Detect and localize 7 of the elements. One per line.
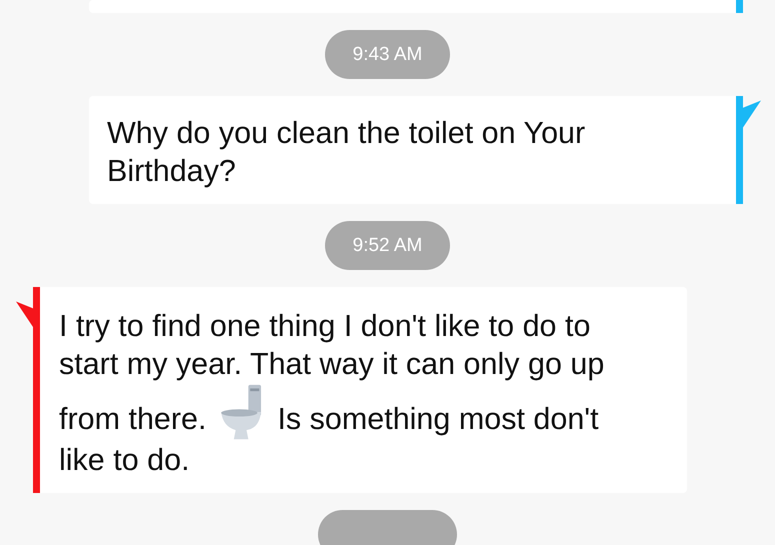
- time-pill: 9:43 AM: [324, 30, 450, 79]
- time-pill: 9:52 AM: [324, 221, 450, 270]
- message-text: Is something most don't: [277, 402, 599, 436]
- message-text: Why do you clean the toilet on Your Birthday?: [107, 116, 586, 188]
- message-text: like to do.: [59, 443, 190, 477]
- message-text: I try to find one thing I don't like to do to start my year. That way it can only go up: [59, 309, 604, 381]
- message-text: from there.: [59, 402, 206, 436]
